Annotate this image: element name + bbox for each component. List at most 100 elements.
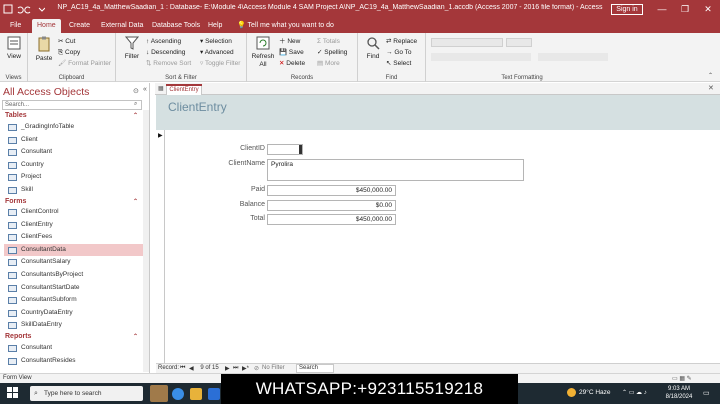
nav-item[interactable]: Project <box>4 171 143 183</box>
notification-icon[interactable]: ▭ <box>703 389 710 397</box>
nav-item-selected[interactable]: ConsultantData <box>4 244 143 256</box>
close-button[interactable]: ✕ <box>698 2 718 16</box>
balance-field[interactable]: $0.00 <box>267 200 396 211</box>
nav-item[interactable]: Consultant <box>4 146 143 158</box>
tab-external-data[interactable]: External Data <box>101 19 143 33</box>
window-title: NP_AC19_4a_MatthewSaadian_1 : Database- … <box>57 4 603 11</box>
refresh-all-button[interactable]: Refresh All <box>250 36 276 69</box>
nav-item[interactable]: SkillDataEntry <box>4 319 143 331</box>
find-button[interactable]: Find <box>361 36 385 61</box>
clientname-field[interactable]: Pyrolira <box>267 159 524 181</box>
view-mode-icons[interactable]: ▭ ▦ ✎ <box>672 375 692 382</box>
delete-record-button[interactable]: ✕ Delete <box>279 59 305 68</box>
paste-button[interactable]: Paste <box>32 36 56 63</box>
nav-item[interactable]: ConsultantSubform <box>4 294 143 306</box>
filter-status[interactable]: No Filter <box>262 365 285 371</box>
cut-button[interactable]: ✂ Cut <box>58 37 75 46</box>
form-icon <box>8 322 17 329</box>
nav-item[interactable]: ClientControl <box>4 206 143 218</box>
view-button[interactable]: View <box>3 36 25 61</box>
last-record-icon[interactable]: ⏭ <box>233 365 238 372</box>
total-field[interactable]: $450,000.00 <box>267 214 396 225</box>
nav-item[interactable]: ClientFees <box>4 231 143 243</box>
replace-button[interactable]: ⇄ Replace <box>386 37 417 46</box>
record-selector[interactable]: ▶ <box>156 130 165 363</box>
nav-item[interactable]: CountryDataEntry <box>4 307 143 319</box>
record-position-input[interactable]: 9 of 15 <box>197 365 222 371</box>
nav-item[interactable]: Client <box>4 134 143 146</box>
clientid-field[interactable] <box>267 144 303 155</box>
nav-pane-title[interactable]: All Access Objects <box>3 86 89 98</box>
filter-button[interactable]: Filter <box>121 36 143 61</box>
windows-start-icon[interactable] <box>7 387 19 401</box>
clock[interactable]: 9:03 AM 8/18/2024 <box>662 385 696 401</box>
new-record-button[interactable]: ＋ New <box>279 37 300 46</box>
nav-section-reports[interactable]: Reports ⌃ <box>2 332 142 342</box>
nav-item[interactable]: ConsultantResides <box>4 355 143 367</box>
nav-item[interactable]: ConsultantsByProject <box>4 269 143 281</box>
font-name-box[interactable] <box>431 38 503 47</box>
nav-section-tables[interactable]: Tables ⌃ <box>2 111 142 121</box>
collapse-ribbon-icon[interactable]: ⌃ <box>708 72 713 79</box>
new-blank-record-icon[interactable]: ▶* <box>242 365 249 372</box>
form-icon <box>8 247 17 254</box>
go-to-button[interactable]: → Go To <box>386 48 412 57</box>
ascending-button[interactable]: ↑ Ascending <box>146 37 181 46</box>
nav-item[interactable]: ClientEntry <box>4 219 143 231</box>
nav-item-label: SkillDataEntry <box>21 321 62 328</box>
nav-search-input[interactable]: Search... <box>2 100 142 110</box>
refresh-icon <box>256 36 270 50</box>
nav-item[interactable]: Skill <box>4 184 143 196</box>
toggle-filter-button[interactable]: ▿ Toggle Filter <box>200 59 240 68</box>
tab-home[interactable]: Home <box>32 19 61 33</box>
more-button[interactable]: ▤ More <box>317 59 340 68</box>
totals-button[interactable]: Σ Totals <box>317 37 340 46</box>
weather-text[interactable]: 29°C Haze <box>579 389 611 396</box>
record-search-input[interactable]: Search <box>296 364 334 373</box>
tab-file[interactable]: File <box>10 19 21 33</box>
nav-item[interactable]: Country <box>4 159 143 171</box>
navigation-pane: All Access Objects ⊙ « Search... ⌕ Table… <box>0 83 150 373</box>
tab-database-tools[interactable]: Database Tools <box>152 19 200 33</box>
format-buttons-row-1[interactable] <box>431 53 531 61</box>
taskbar-app-icon[interactable] <box>172 388 184 400</box>
minimize-button[interactable]: — <box>652 2 672 16</box>
nav-item[interactable]: Consultant <box>4 342 143 354</box>
format-painter-button[interactable]: 🖌 Format Painter <box>58 59 111 68</box>
first-record-icon[interactable]: ⏮ <box>180 365 185 372</box>
group-records: Refresh All ＋ New 💾 Save ✕ Delete Σ Tota… <box>247 33 358 82</box>
record-label: Record: <box>158 365 180 371</box>
shutter-bar-icon[interactable]: « <box>143 86 147 93</box>
sign-in-button[interactable]: Sign in <box>611 4 643 15</box>
nav-pane-menu-icon[interactable]: ⊙ <box>133 87 139 95</box>
nav-item[interactable]: ConsultantStartDate <box>4 282 143 294</box>
select-button[interactable]: ↖ Select <box>386 59 411 68</box>
taskbar-search-input[interactable]: Type here to search <box>30 386 143 401</box>
advanced-button[interactable]: ▾ Advanced <box>200 48 234 57</box>
nav-item[interactable]: ConsultantSalary <box>4 256 143 268</box>
descending-button[interactable]: ↓ Descending <box>146 48 185 57</box>
restore-button[interactable]: ❐ <box>675 2 695 16</box>
previous-record-icon[interactable]: ◀ <box>189 365 194 372</box>
taskbar-app-icon[interactable] <box>150 385 168 402</box>
paid-field[interactable]: $450,000.00 <box>267 185 396 196</box>
tell-me-box[interactable]: 💡 Tell me what you want to do <box>237 19 334 33</box>
taskbar-app-icon[interactable] <box>208 388 220 400</box>
tab-create[interactable]: Create <box>69 19 90 33</box>
nav-scrollbar[interactable] <box>143 110 149 372</box>
copy-button[interactable]: ⎘ Copy <box>58 48 80 57</box>
remove-sort-button[interactable]: ⇅ Remove Sort <box>146 59 191 68</box>
tray-icons[interactable]: ⌃ ▭ ☁ ♪ <box>622 389 647 396</box>
font-size-box[interactable] <box>506 38 532 47</box>
tab-help[interactable]: Help <box>208 19 222 33</box>
nav-item[interactable]: _GradingInfoTable <box>4 121 143 133</box>
close-doc-icon[interactable]: ✕ <box>708 84 714 92</box>
save-record-button[interactable]: 💾 Save <box>279 48 304 57</box>
spelling-button[interactable]: ✓ Spelling <box>317 48 347 57</box>
selection-button[interactable]: ▾ Selection <box>200 37 232 46</box>
ribbon-tabs: File Home Create External Data Database … <box>0 19 720 33</box>
quick-access-toolbar[interactable] <box>3 3 46 16</box>
next-record-icon[interactable]: ▶ <box>225 365 230 372</box>
format-buttons-row-2[interactable] <box>538 53 608 61</box>
folder-icon[interactable] <box>190 388 202 400</box>
